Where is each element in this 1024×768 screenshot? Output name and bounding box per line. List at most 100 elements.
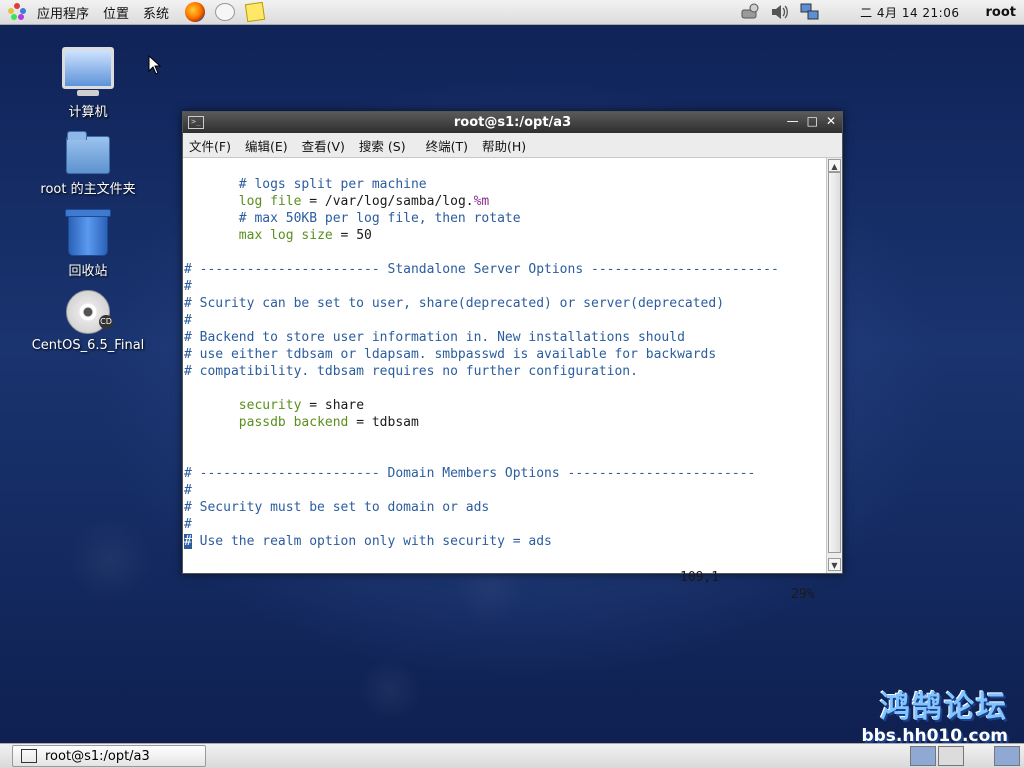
terminal-text: = 50 [332,228,372,243]
firefox-launcher[interactable] [184,1,206,23]
network-icon[interactable] [800,3,820,21]
maximize-button[interactable]: □ [807,114,818,128]
terminal-line: # Scurity can be set to user, share(depr… [183,295,826,312]
menu-terminal[interactable]: 终端(T) [426,136,468,155]
notes-icon [244,1,266,23]
workspace-2[interactable] [938,746,964,766]
terminal-text: # [184,483,192,498]
user-menu[interactable]: root [986,5,1017,20]
volume-icon[interactable] [770,3,790,21]
menu-edit[interactable]: 编辑(E) [245,136,288,155]
terminal-line: # max 50KB per log file, then rotate [183,210,826,227]
terminal-text: Use the realm option only with security … [191,534,552,549]
window-titlebar[interactable]: >_ root@s1:/opt/a3 — □ ✕ [183,112,842,133]
terminal-line: max log size = 50 [183,227,826,244]
firefox-icon [185,2,206,22]
terminal-line: # Use the realm option only with securit… [183,533,826,550]
watermark: 鸿鹄论坛 bbs.hh010.com [861,682,1008,746]
menu-view[interactable]: 查看(V) [302,136,345,155]
watermark-title: 鸿鹄论坛 [880,690,1008,725]
menu-places[interactable]: 位置 [96,0,136,24]
terminal-line: # [183,482,826,499]
text-cursor: # [184,534,192,549]
menu-system[interactable]: 系统 [136,0,176,24]
desktop-icon-computer[interactable]: 计算机 [23,47,153,120]
terminal-text: # ----------------------- Standalone Ser… [184,262,779,277]
terminal-text: passdb backend [238,415,349,430]
terminal-line: # compatibility. tdbsam requires no furt… [183,363,826,380]
minimize-button[interactable]: — [787,114,799,128]
notes-launcher[interactable] [244,1,266,23]
network-printer-icon[interactable] [740,3,760,21]
menu-help[interactable]: 帮助(H) [482,136,526,155]
scroll-up-arrow-icon[interactable]: ▲ [828,159,841,172]
terminal-line: # ----------------------- Standalone Ser… [183,261,826,278]
terminal-window[interactable]: >_ root@s1:/opt/a3 — □ ✕ 文件(F) 编辑(E) 查看(… [182,111,843,602]
terminal-text: # [184,517,192,532]
terminal-text: log file [238,194,302,209]
bottom-panel: root@s1:/opt/a3 [0,743,1024,768]
desktop-icon-home[interactable]: root 的主文件夹 [23,131,153,197]
scroll-down-arrow-icon[interactable]: ▼ [828,558,841,571]
cursor-position: 109,1 [680,570,720,585]
desktop-icon-label: CentOS_6.5_Final [31,338,145,353]
terminal-icon [21,749,37,763]
menu-applications[interactable]: 应用程序 [30,0,96,24]
terminal-menubar: 文件(F) 编辑(E) 查看(V) 搜索 (S) 终端(T) 帮助(H) [183,133,842,158]
terminal-text: # Scurity can be set to user, share(depr… [184,296,725,311]
vim-status-line: 109,1 29% [183,552,826,602]
terminal-text: = /var/log/samba/log. [301,194,474,209]
workspace-switcher [910,746,1020,766]
terminal-text: # Backend to store user information in. … [184,330,685,345]
terminal-line: # use either tdbsam or ldapsam. smbpassw… [183,346,826,363]
workspace-1[interactable] [910,746,936,766]
terminal-text: max log size [238,228,333,243]
terminal-line: # [183,312,826,329]
cdrom-icon: CD [66,290,113,334]
scrollbar-thumb[interactable] [828,172,841,553]
desktop-icon-label: 计算机 [68,105,108,120]
clock[interactable]: 二 4月 14 21:06 [860,4,959,21]
top-panel: 应用程序 位置 系统 二 4月 14 21:06 root [0,0,1024,25]
vertical-scrollbar[interactable]: ▲ ▼ [826,158,842,573]
terminal-text: # Security must be set to domain or ads [184,500,490,515]
terminal-text: # max 50KB per log file, then rotate [184,211,521,226]
desktop-icon-trash[interactable]: 回收站 [23,209,153,279]
cd-badge: CD [99,315,113,329]
gnome-foot-icon[interactable] [8,3,26,21]
close-button[interactable]: ✕ [826,114,836,128]
home-folder-icon [66,131,110,174]
window-title: root@s1:/opt/a3 [453,115,572,130]
trash-icon [65,209,111,256]
terminal-text: = share [301,398,365,413]
terminal-line: # logs split per machine [183,176,826,193]
mail-icon [215,3,236,21]
terminal-text: = tdbsam [348,415,419,430]
system-tray: 二 4月 14 21:06 root [740,0,1024,24]
terminal-line: passdb backend = tdbsam [183,414,826,431]
menu-file[interactable]: 文件(F) [189,136,231,155]
terminal-line: security = share [183,397,826,414]
scroll-percent: 29% [791,587,815,602]
terminal-line: # Backend to store user information in. … [183,329,826,346]
desktop-icon-label: 回收站 [68,264,108,279]
terminal-content[interactable]: # logs split per machine log file = /var… [183,158,826,602]
terminal-text: %m [473,194,490,209]
terminal-line: log file = /var/log/samba/log.%m [183,193,826,210]
taskbar-window-label: root@s1:/opt/a3 [45,748,150,764]
workspace-4[interactable] [994,746,1020,766]
menu-search[interactable]: 搜索 (S) [359,136,406,155]
terminal-line: # ----------------------- Domain Members… [183,465,826,482]
taskbar-window-button[interactable]: root@s1:/opt/a3 [12,745,206,767]
desktop-icon-cdrom[interactable]: CD CentOS_6.5_Final [23,290,153,353]
mail-launcher[interactable] [214,1,236,23]
computer-icon [62,47,114,96]
terminal-text: # use either tdbsam or ldapsam. smbpassw… [184,347,717,362]
